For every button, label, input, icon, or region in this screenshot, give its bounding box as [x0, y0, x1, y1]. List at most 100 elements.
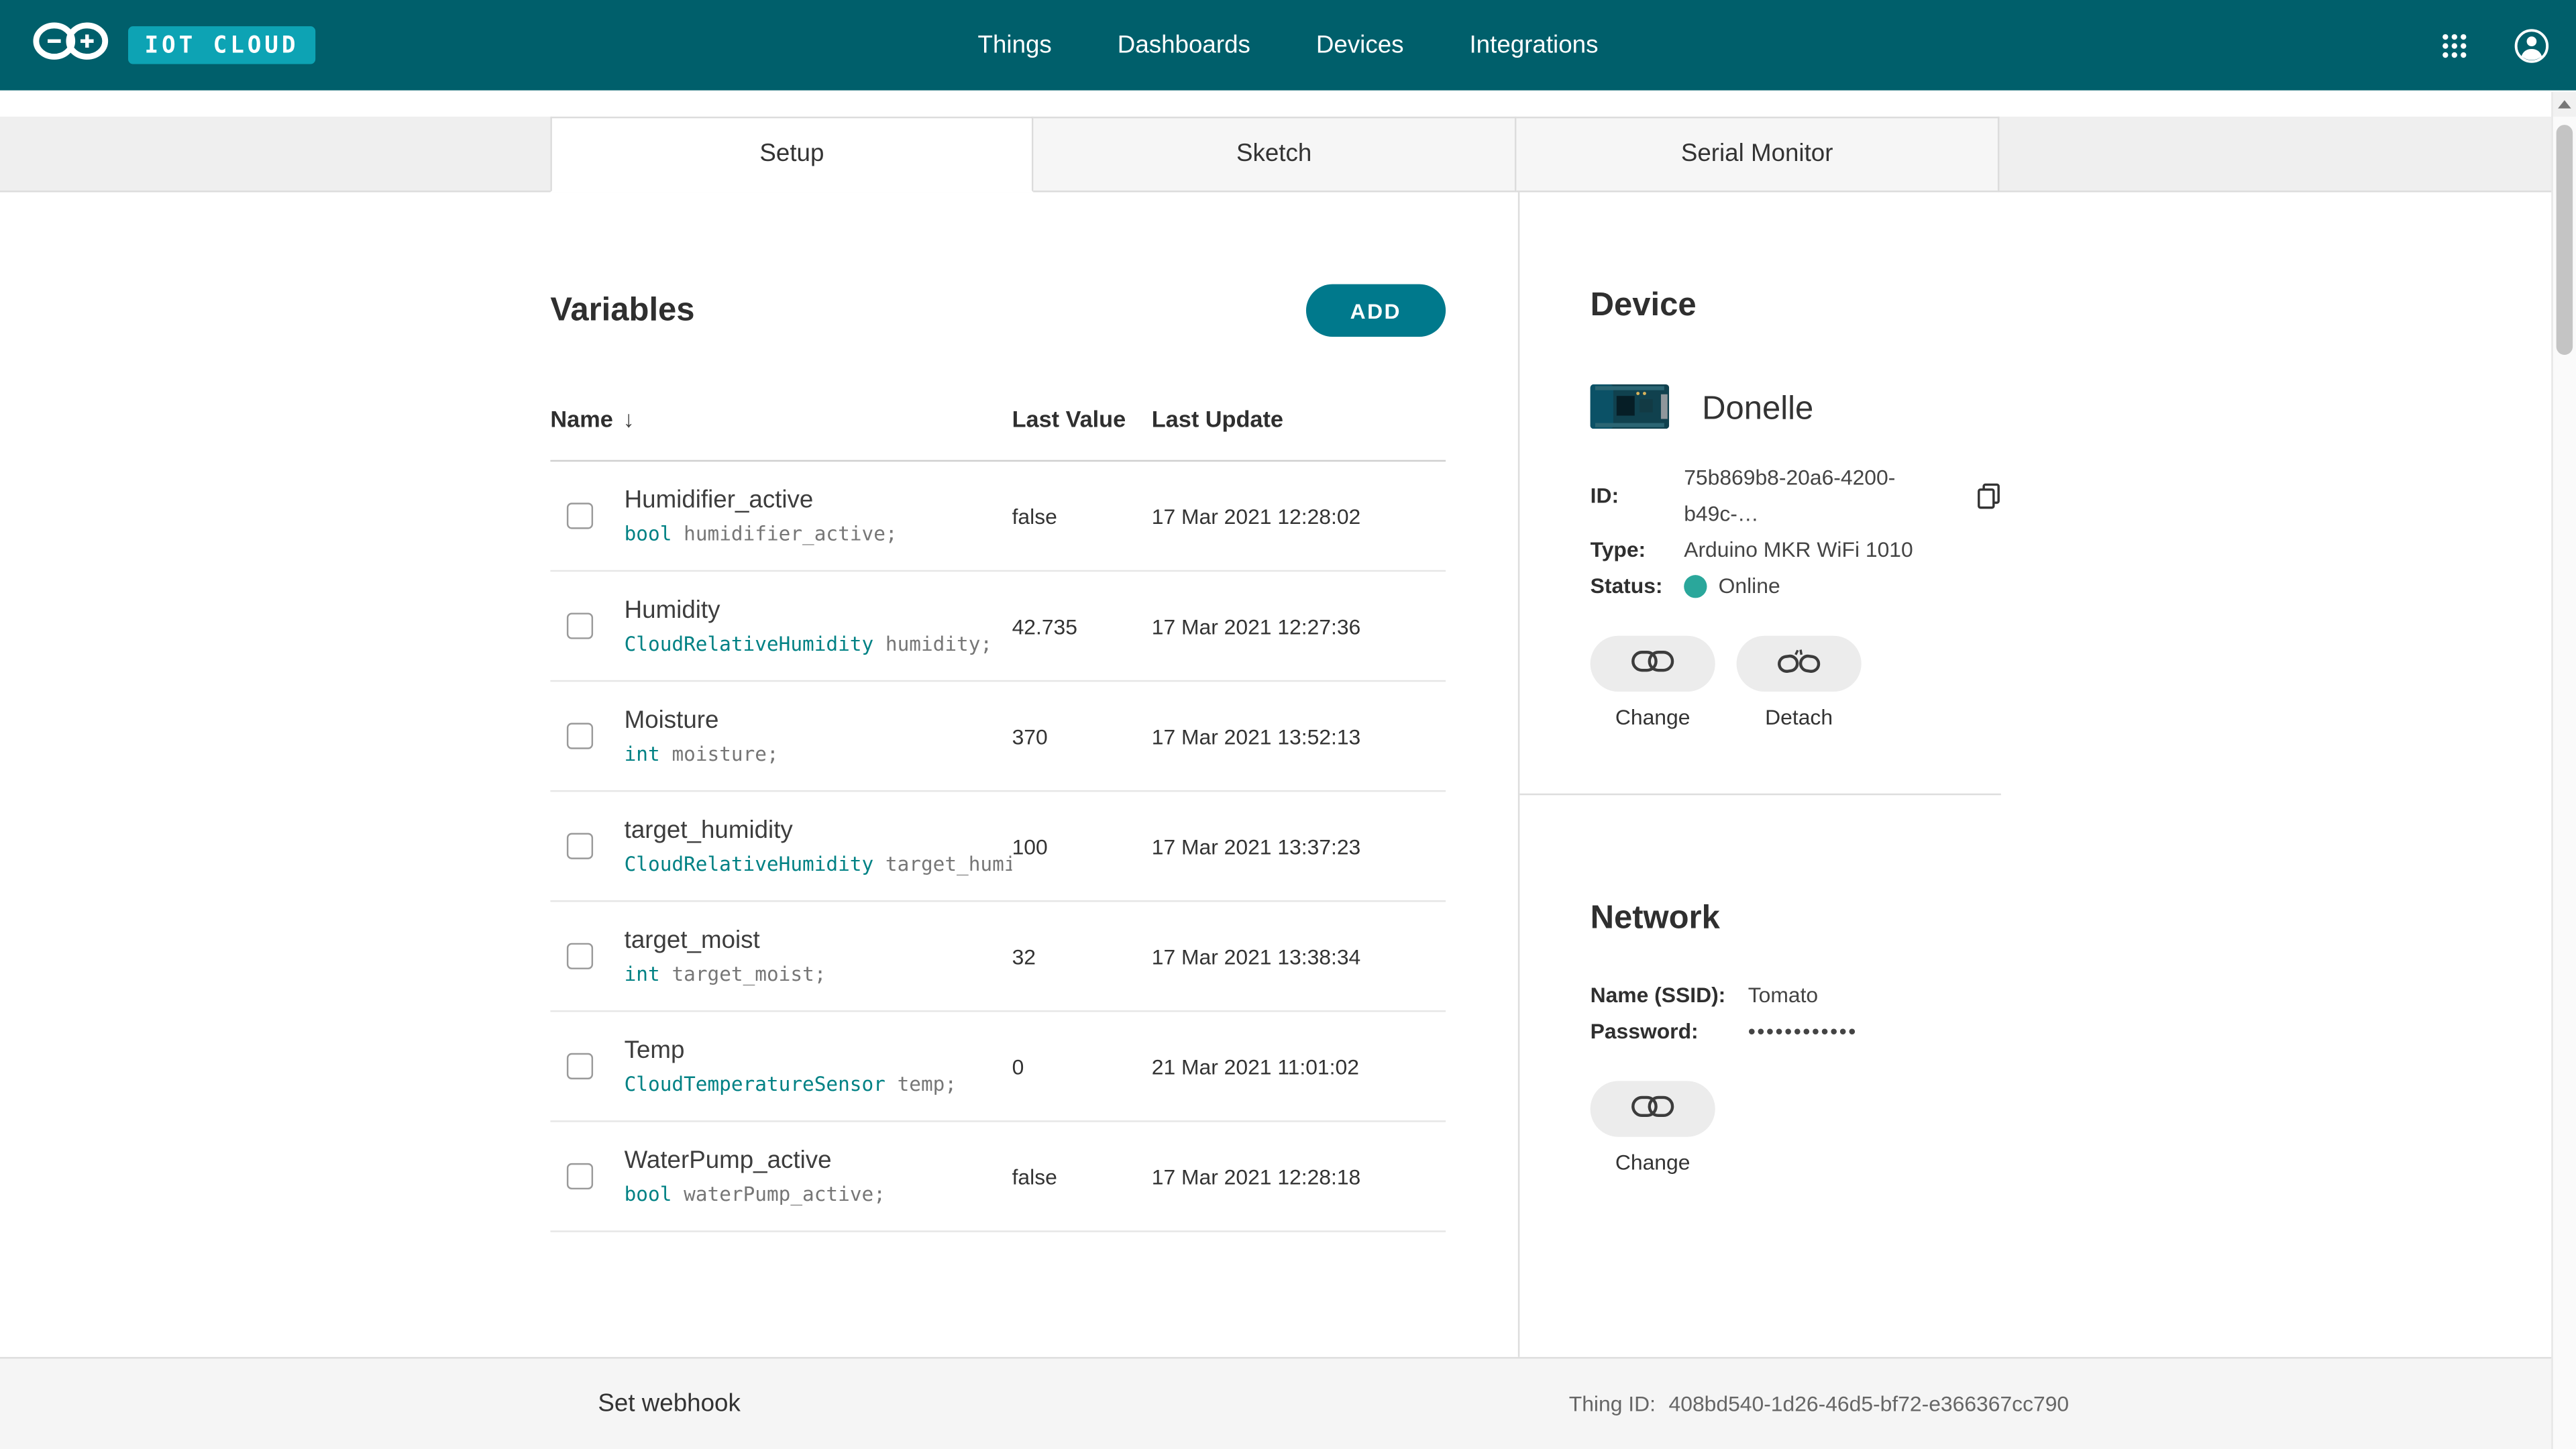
device-board-thumbnail: [1591, 384, 1670, 436]
variables-section: Variables ADD Name↓ Last Value Last Upda…: [550, 193, 1446, 1232]
user-avatar-icon[interactable]: [2514, 27, 2550, 63]
brand[interactable]: IOT CLOUD: [33, 0, 315, 91]
table-header: Name↓ Last Value Last Update: [550, 406, 1446, 462]
variable-last-update: 17 Mar 2021 13:38:34: [1152, 944, 1446, 969]
variable-name[interactable]: Temp: [625, 1035, 1012, 1067]
variable-last-update: 17 Mar 2021 13:37:23: [1152, 834, 1446, 859]
variable-last-update: 17 Mar 2021 12:27:36: [1152, 614, 1446, 639]
tabs: Setup Sketch Serial Monitor: [550, 117, 1999, 193]
table-row: target_humidity CloudRelativeHumidity ta…: [550, 792, 1446, 902]
row-checkbox[interactable]: [567, 833, 593, 859]
nav-things[interactable]: Things: [978, 32, 1052, 60]
device-id-value: 75b869b8-20a6-4200-b49c-…: [1684, 460, 1963, 533]
iot-cloud-badge: IOT CLOUD: [128, 26, 315, 64]
column-name[interactable]: Name↓: [550, 406, 1012, 432]
variable-last-update: 17 Mar 2021 12:28:02: [1152, 504, 1446, 529]
device-id-row: ID: 75b869b8-20a6-4200-b49c-…: [1591, 460, 2001, 533]
table-row: WaterPump_active bool waterPump_active; …: [550, 1122, 1446, 1232]
header-actions: [2441, 0, 2550, 91]
link-icon: [1631, 1095, 1674, 1122]
status-online-icon: [1684, 575, 1707, 598]
arduino-logo-icon: [33, 16, 109, 74]
variable-name[interactable]: target_moist: [625, 925, 1012, 957]
variable-declaration: bool waterPump_active;: [625, 1181, 1012, 1208]
row-checkbox[interactable]: [567, 1053, 593, 1079]
variable-name[interactable]: target_humidity: [625, 815, 1012, 847]
footer-bar: Set webhook Thing ID: 408bd540-1d26-46d5-…: [0, 1357, 2576, 1449]
network-title: Network: [1591, 900, 2001, 938]
main-nav: Things Dashboards Devices Integrations: [978, 0, 1599, 91]
variable-last-update: 21 Mar 2021 11:01:02: [1152, 1054, 1446, 1079]
table-row: Humidity CloudRelativeHumidity humidity;…: [550, 572, 1446, 682]
thing-id-label: Thing ID:: [1569, 1391, 1656, 1416]
network-password-value: ••••••••••••: [1748, 1014, 1858, 1050]
section-divider: [1519, 794, 2001, 795]
tab-bar: Setup Sketch Serial Monitor: [0, 117, 2576, 193]
variable-name[interactable]: WaterPump_active: [625, 1145, 1012, 1177]
tab-setup[interactable]: Setup: [550, 117, 1033, 193]
device-name: Donelle: [1702, 391, 1813, 429]
variable-last-value: 0: [1012, 1054, 1152, 1079]
variable-last-value: 42.735: [1012, 614, 1152, 639]
variable-last-update: 17 Mar 2021 13:52:13: [1152, 724, 1446, 749]
apps-grid-icon[interactable]: [2441, 32, 2467, 58]
variable-declaration: CloudTemperatureSensor temp;: [625, 1071, 1012, 1097]
nav-dashboards[interactable]: Dashboards: [1118, 32, 1250, 60]
change-network-label: Change: [1615, 1150, 1690, 1175]
network-ssid-value: Tomato: [1748, 977, 1818, 1014]
network-password-row: Password: ••••••••••••: [1591, 1014, 2001, 1050]
thing-id-value: 408bd540-1d26-46d5-bf72-e366367cc790: [1669, 1391, 2070, 1416]
nav-integrations[interactable]: Integrations: [1469, 32, 1598, 60]
scrollbar-thumb[interactable]: [2557, 125, 2573, 355]
column-last-value: Last Value: [1012, 406, 1152, 432]
row-checkbox[interactable]: [567, 612, 593, 639]
column-last-update: Last Update: [1152, 406, 1446, 432]
device-type-value: Arduino MKR WiFi 1010: [1684, 532, 1913, 568]
variable-declaration: CloudRelativeHumidity target_humid…: [625, 851, 1012, 877]
tab-serial-monitor[interactable]: Serial Monitor: [1516, 117, 1999, 193]
table-row: Moisture int moisture; 370 17 Mar 2021 1…: [550, 682, 1446, 792]
copy-icon[interactable]: [1976, 483, 2001, 509]
variable-last-value: 100: [1012, 834, 1152, 859]
variable-name[interactable]: Humidity: [625, 595, 1012, 627]
device-panel: Device Donelle ID: 75b8: [1518, 193, 2001, 1357]
change-network-button[interactable]: [1591, 1081, 1715, 1136]
unlink-icon: [1778, 648, 1821, 680]
table-row: Humidifier_active bool humidifier_active…: [550, 462, 1446, 572]
row-checkbox[interactable]: [567, 502, 593, 529]
variable-last-value: false: [1012, 504, 1152, 529]
link-icon: [1631, 651, 1674, 677]
tab-sketch[interactable]: Sketch: [1033, 117, 1516, 193]
detach-device-label: Detach: [1765, 705, 1833, 730]
variable-name[interactable]: Moisture: [625, 705, 1012, 737]
network-ssid-row: Name (SSID): Tomato: [1591, 977, 2001, 1014]
page: IOT CLOUD Things Dashboards Devices Inte…: [0, 0, 2576, 1449]
variable-declaration: int target_moist;: [625, 961, 1012, 987]
row-checkbox[interactable]: [567, 943, 593, 969]
thing-id: Thing ID: 408bd540-1d26-46d5-bf72-e366367…: [1569, 1358, 2069, 1449]
nav-devices[interactable]: Devices: [1316, 32, 1404, 60]
variables-title: Variables: [550, 292, 694, 329]
variable-last-value: 370: [1012, 724, 1152, 749]
top-bar: IOT CLOUD Things Dashboards Devices Inte…: [0, 0, 2576, 91]
table-row: target_moist int target_moist; 32 17 Mar…: [550, 902, 1446, 1012]
variable-name[interactable]: Humidifier_active: [625, 484, 1012, 516]
sort-desc-icon: ↓: [623, 406, 635, 432]
scrollbar[interactable]: [2551, 92, 2576, 1449]
add-variable-button[interactable]: ADD: [1306, 284, 1446, 337]
row-checkbox[interactable]: [567, 723, 593, 749]
device-status-row: Status: Online: [1591, 568, 2001, 604]
scroll-up-button[interactable]: [2553, 92, 2576, 117]
scroll-up-arrow-icon: [2558, 100, 2571, 108]
variable-declaration: CloudRelativeHumidity humidity;: [625, 631, 1012, 657]
detach-device-button[interactable]: [1737, 636, 1862, 692]
variable-last-value: 32: [1012, 944, 1152, 969]
set-webhook-link[interactable]: Set webhook: [598, 1358, 740, 1449]
table-row: Temp CloudTemperatureSensor temp; 0 21 M…: [550, 1012, 1446, 1122]
variable-declaration: bool humidifier_active;: [625, 521, 1012, 547]
change-device-button[interactable]: [1591, 636, 1715, 692]
variable-last-update: 17 Mar 2021 12:28:18: [1152, 1164, 1446, 1189]
device-type-row: Type: Arduino MKR WiFi 1010: [1591, 532, 2001, 568]
device-status-value: Online: [1719, 568, 1780, 604]
row-checkbox[interactable]: [567, 1163, 593, 1189]
